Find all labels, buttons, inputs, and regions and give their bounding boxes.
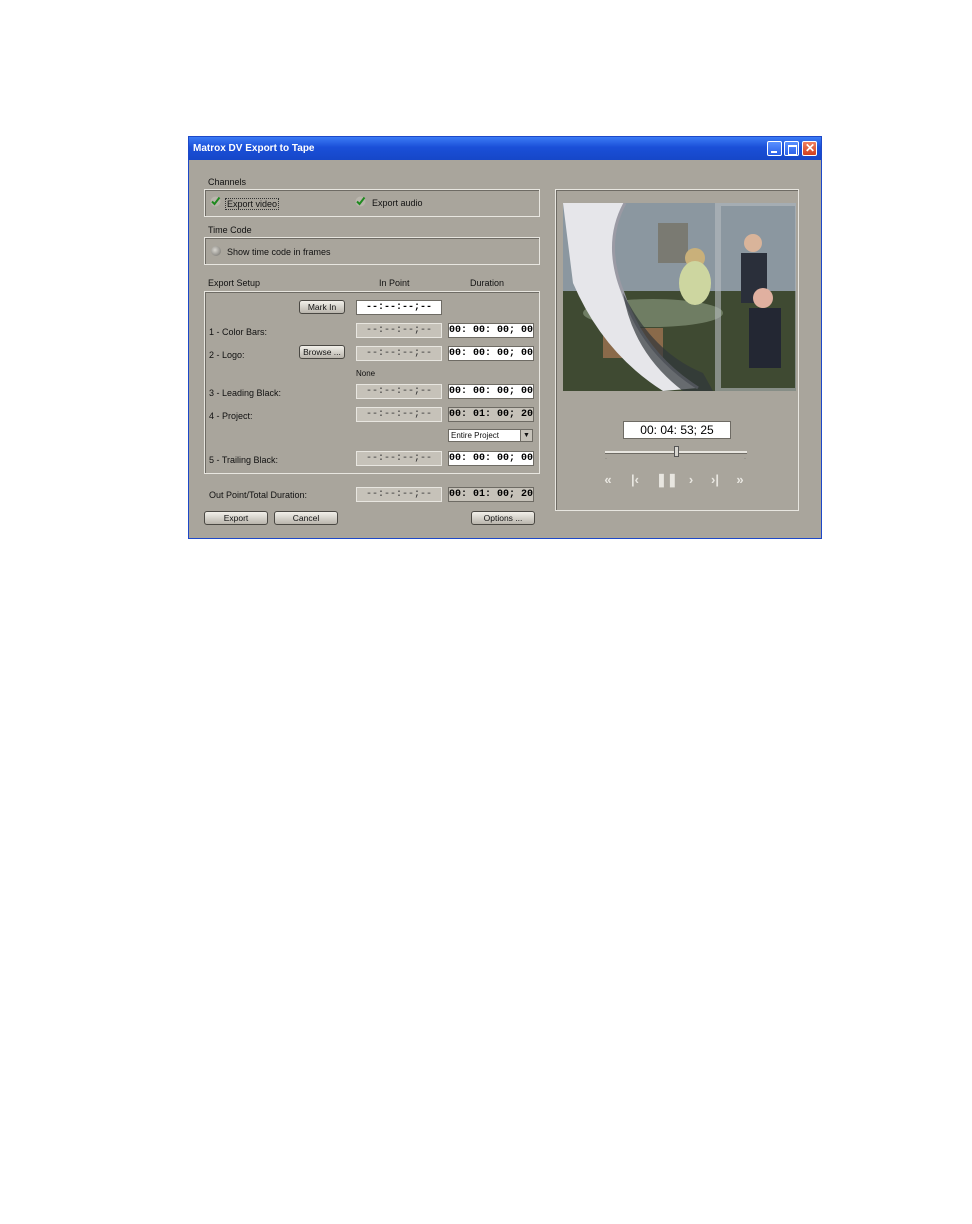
fast-forward-button[interactable]: » bbox=[732, 473, 748, 487]
options-button[interactable]: Options ... bbox=[471, 511, 535, 525]
export-setup-heading: Export Setup bbox=[208, 278, 261, 288]
row-color-bars-label: 1 - Color Bars: bbox=[209, 327, 268, 337]
out-point-label: Out Point/Total Duration: bbox=[209, 490, 308, 500]
project-in-point: --:--:--;-- bbox=[356, 407, 442, 422]
title-bar[interactable]: Matrox DV Export to Tape ✕ bbox=[189, 137, 821, 160]
export-to-tape-window: Matrox DV Export to Tape ✕ Channels Expo… bbox=[188, 136, 822, 539]
preview-slider-thumb[interactable] bbox=[674, 446, 679, 457]
rewind-icon: « bbox=[604, 472, 612, 487]
window-title: Matrox DV Export to Tape bbox=[193, 143, 315, 154]
pause-button[interactable]: ❚❚ bbox=[656, 473, 678, 487]
export-setup-group bbox=[204, 291, 540, 474]
video-frame-image bbox=[563, 203, 796, 391]
trailing-black-duration[interactable]: 00: 00: 00; 00 bbox=[448, 451, 534, 466]
row-leading-black-label: 3 - Leading Black: bbox=[209, 388, 282, 398]
row-logo-label: 2 - Logo: bbox=[209, 350, 245, 360]
cancel-button[interactable]: Cancel bbox=[274, 511, 338, 525]
close-icon: ✕ bbox=[805, 141, 816, 155]
slider-tick-end: · bbox=[744, 456, 746, 462]
trailing-black-in-point: --:--:--;-- bbox=[356, 451, 442, 466]
slider-tick-start: · bbox=[605, 456, 607, 462]
close-button[interactable]: ✕ bbox=[802, 141, 817, 156]
row-project-label: 4 - Project: bbox=[209, 411, 253, 421]
export-video-checkbox[interactable] bbox=[210, 196, 221, 207]
export-button[interactable]: Export bbox=[204, 511, 268, 525]
export-video-label[interactable]: Export video bbox=[225, 198, 280, 210]
pause-icon: ❚❚ bbox=[656, 472, 678, 487]
browse-logo-button[interactable]: Browse ... bbox=[299, 345, 345, 359]
timecode-heading: Time Code bbox=[208, 225, 252, 235]
logo-duration[interactable]: 00: 00: 00; 00 bbox=[448, 346, 534, 361]
step-back-icon: |‹ bbox=[631, 472, 639, 487]
preview-timecode: 00: 04: 53; 25 bbox=[623, 421, 731, 439]
project-range-select[interactable]: Entire Project ▼ bbox=[448, 429, 533, 442]
step-forward-icon: ›| bbox=[711, 472, 719, 487]
rewind-button[interactable]: « bbox=[600, 473, 616, 487]
maximize-icon bbox=[788, 145, 797, 155]
chevron-down-icon[interactable]: ▼ bbox=[520, 430, 532, 441]
logo-in-point: --:--:--;-- bbox=[356, 346, 442, 361]
total-duration: 00: 01: 00; 20 bbox=[448, 487, 534, 502]
project-duration: 00: 01: 00; 20 bbox=[448, 407, 534, 422]
mark-in-button[interactable]: Mark In bbox=[299, 300, 345, 314]
fast-forward-icon: » bbox=[736, 472, 744, 487]
leading-black-in-point: --:--:--;-- bbox=[356, 384, 442, 399]
show-frames-radio[interactable] bbox=[211, 246, 221, 256]
color-bars-in-point: --:--:--;-- bbox=[356, 323, 442, 338]
logo-file-name: None bbox=[356, 369, 376, 378]
out-point-in: --:--:--;-- bbox=[356, 487, 442, 502]
row-trailing-black-label: 5 - Trailing Black: bbox=[209, 455, 279, 465]
show-frames-label[interactable]: Show time code in frames bbox=[227, 247, 331, 257]
video-preview bbox=[563, 203, 796, 391]
next-frame-button[interactable]: ›| bbox=[707, 473, 723, 487]
export-audio-checkbox[interactable] bbox=[355, 196, 366, 207]
minimize-button[interactable] bbox=[767, 141, 782, 156]
play-button[interactable]: › bbox=[683, 473, 699, 487]
minimize-icon bbox=[771, 151, 777, 153]
project-range-value: Entire Project bbox=[451, 431, 500, 440]
play-icon: › bbox=[688, 472, 694, 487]
color-bars-duration[interactable]: 00: 00: 00; 00 bbox=[448, 323, 534, 338]
previous-frame-button[interactable]: |‹ bbox=[627, 473, 643, 487]
duration-header: Duration bbox=[470, 278, 505, 288]
mark-in-timecode[interactable]: --:--:--;-- bbox=[356, 300, 442, 315]
in-point-header: In Point bbox=[379, 278, 410, 288]
maximize-button[interactable] bbox=[784, 141, 799, 156]
export-audio-label[interactable]: Export audio bbox=[372, 198, 423, 208]
leading-black-duration[interactable]: 00: 00: 00; 00 bbox=[448, 384, 534, 399]
channels-heading: Channels bbox=[208, 177, 247, 187]
